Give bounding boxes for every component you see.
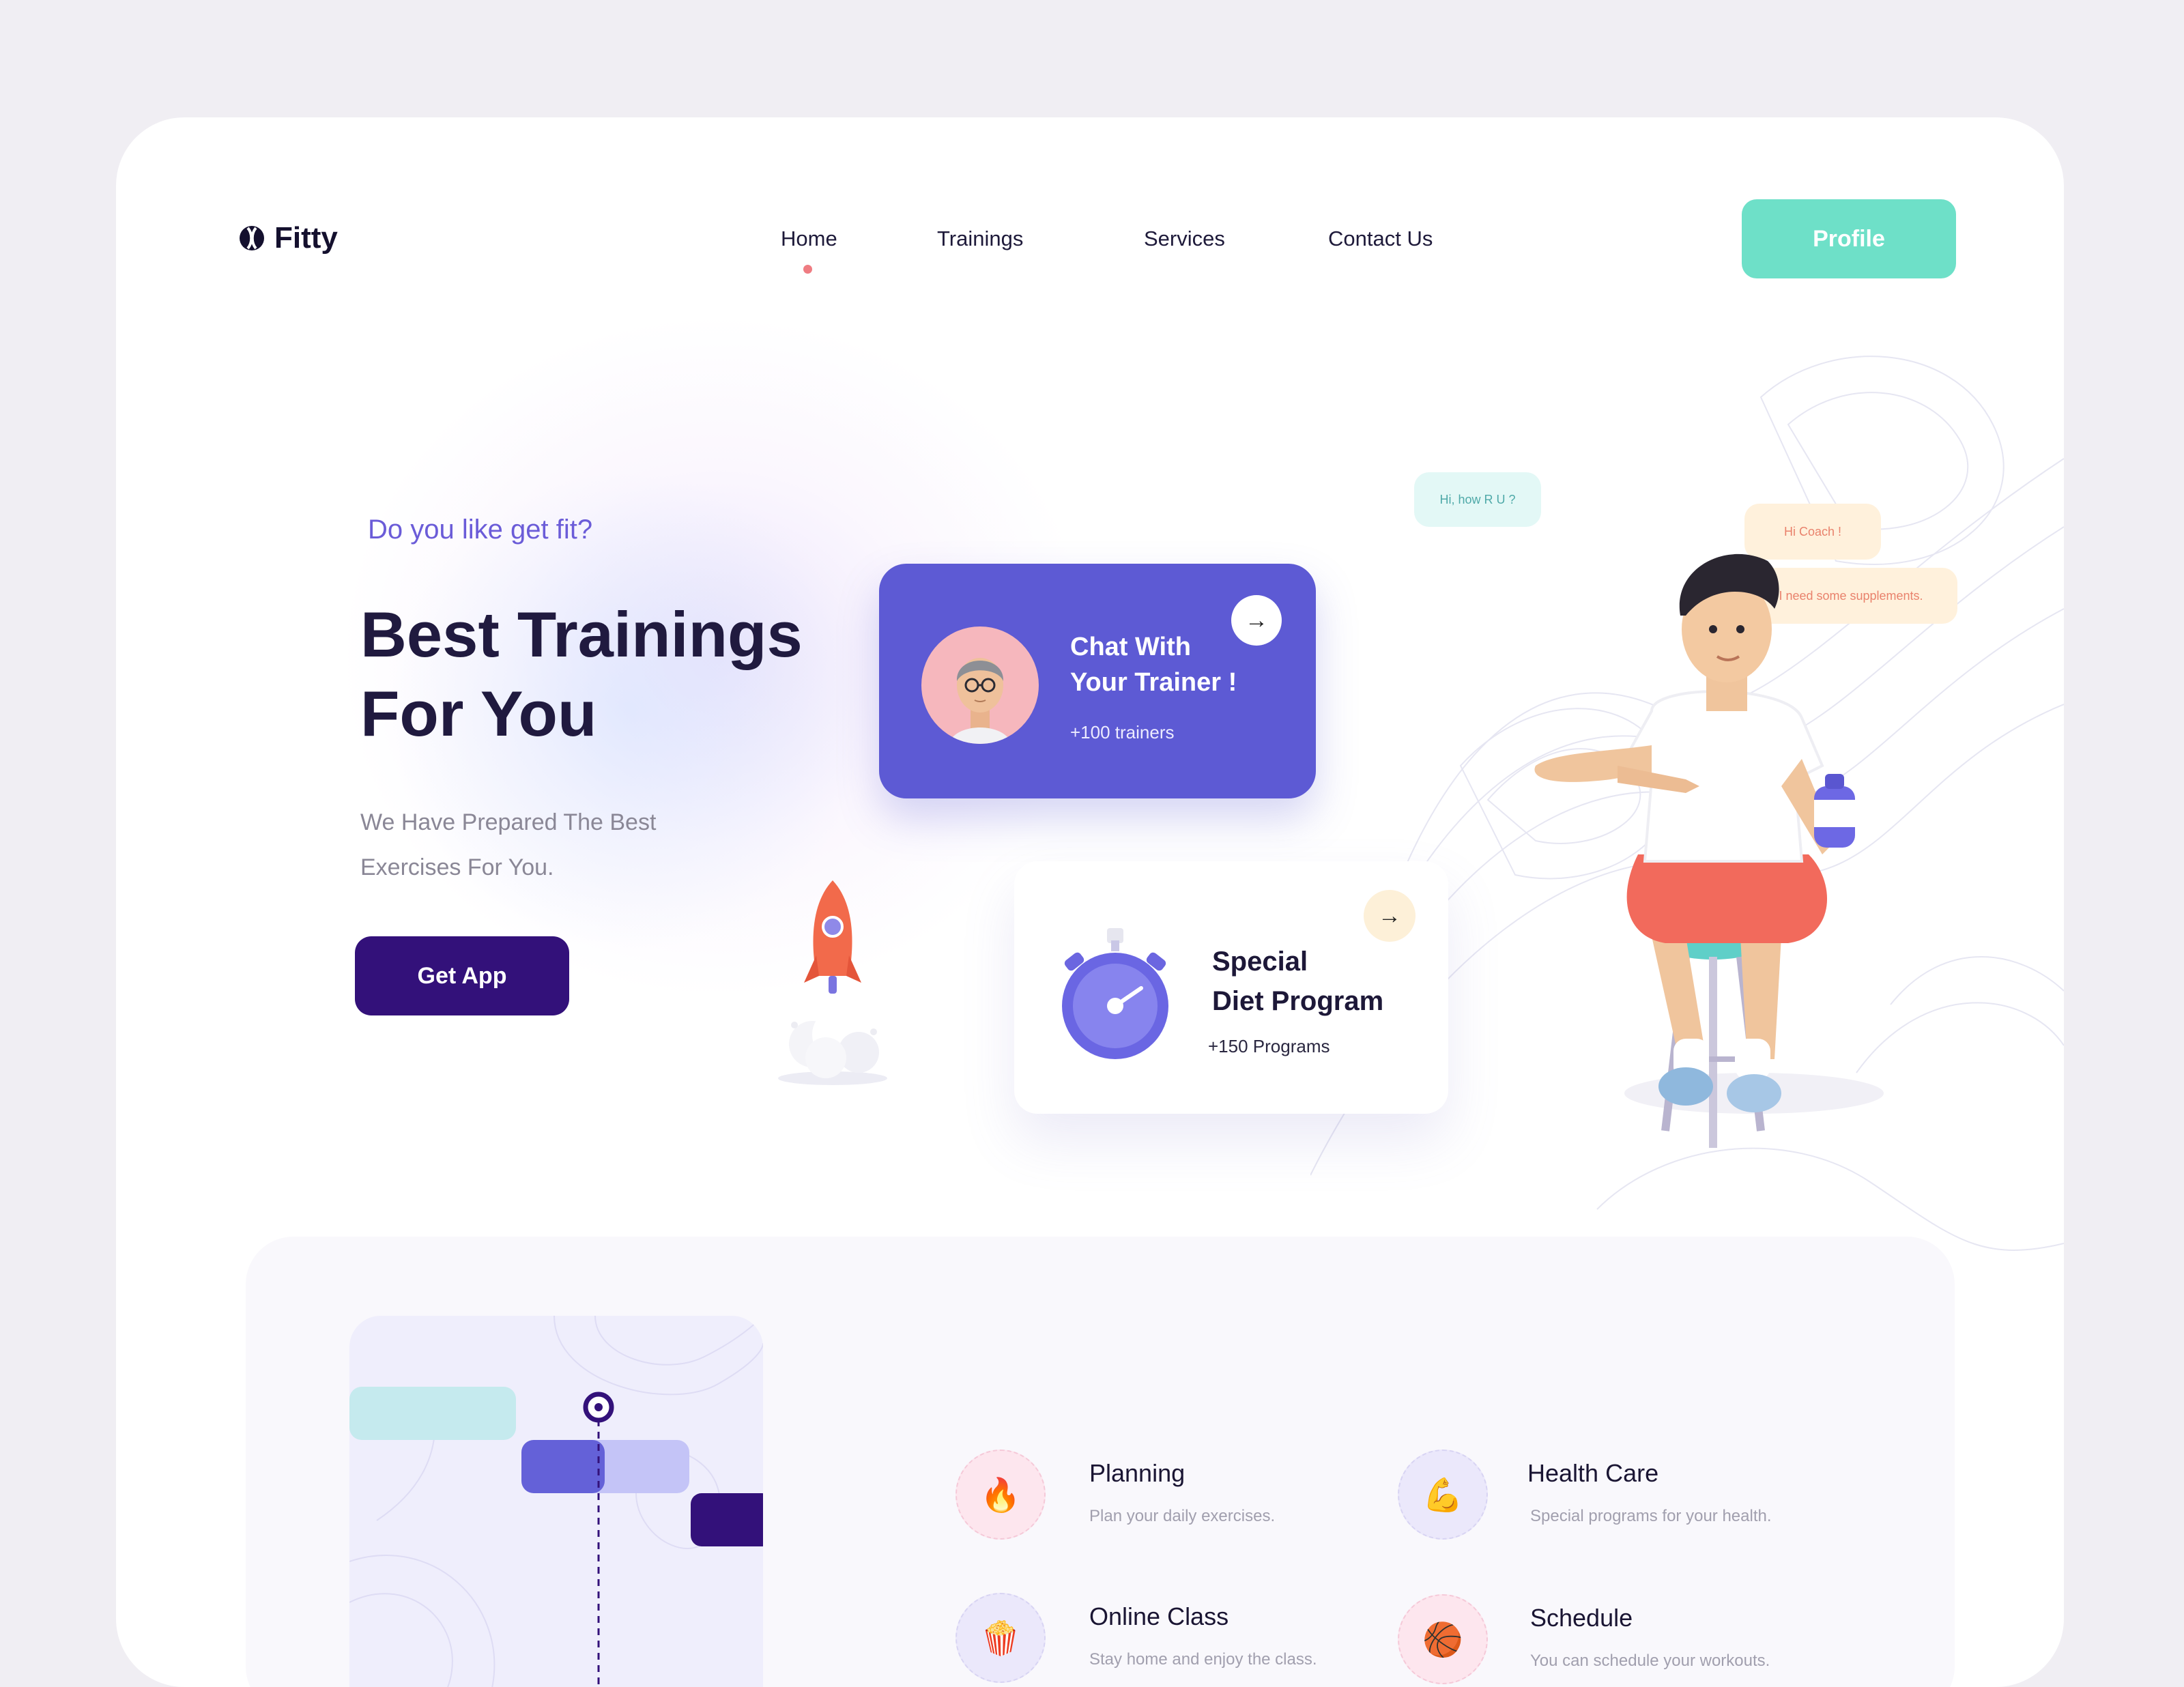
trainer-face-icon bbox=[949, 658, 1011, 744]
arrow-right-icon[interactable]: → bbox=[1231, 595, 1282, 646]
active-nav-indicator bbox=[803, 265, 812, 274]
nav-item-contact-us[interactable]: Contact Us bbox=[1328, 227, 1433, 251]
nav-item-trainings[interactable]: Trainings bbox=[937, 227, 1023, 251]
feature-title: Health Care bbox=[1527, 1459, 1659, 1487]
arrow-right-icon[interactable]: → bbox=[1364, 890, 1416, 942]
fitty-logo-icon bbox=[240, 226, 264, 250]
hero-headline: Best Trainings For You bbox=[360, 595, 803, 753]
feature-health-care[interactable]: 💪 Health Care Special programs for your … bbox=[1398, 1450, 1835, 1545]
feature-title: Planning bbox=[1089, 1459, 1186, 1487]
hero-headline-line1: Best Trainings bbox=[360, 599, 803, 670]
basketball-icon: 🏀 bbox=[1398, 1594, 1488, 1684]
fire-icon: 🔥 bbox=[956, 1450, 1046, 1540]
nav-item-services[interactable]: Services bbox=[1144, 227, 1225, 251]
stopwatch-icon bbox=[1062, 928, 1168, 1059]
diet-program-card[interactable]: Special Diet Program +150 Programs → bbox=[1014, 861, 1448, 1114]
profile-button[interactable]: Profile bbox=[1742, 199, 1956, 278]
feature-planning[interactable]: 🔥 Planning Plan your daily exercises. bbox=[956, 1450, 1392, 1545]
hero-subtext: We Have Prepared The Best Exercises For … bbox=[360, 800, 743, 890]
diet-program-count: +150 Programs bbox=[1208, 1036, 1330, 1056]
feature-description: You can schedule your workouts. bbox=[1530, 1652, 1770, 1670]
nav-item-home[interactable]: Home bbox=[781, 227, 837, 251]
feature-description: Special programs for your health. bbox=[1530, 1507, 1772, 1525]
hero-eyebrow: Do you like get fit? bbox=[368, 515, 593, 545]
rocket-icon bbox=[778, 880, 887, 1085]
flexed-bicep-icon: 💪 bbox=[1398, 1450, 1488, 1540]
features-panel: 🔥 Planning Plan your daily exercises. 💪 … bbox=[246, 1237, 1955, 1687]
schedule-preview bbox=[349, 1316, 763, 1687]
feature-title: Schedule bbox=[1530, 1604, 1633, 1632]
hero-headline-line2: For You bbox=[360, 678, 597, 749]
trainee-character-illustration bbox=[1534, 553, 1884, 1148]
get-app-button[interactable]: Get App bbox=[355, 936, 569, 1015]
brand-name: Fitty bbox=[274, 221, 338, 255]
trainer-count: +100 trainers bbox=[1070, 722, 1175, 742]
trainer-avatar bbox=[921, 626, 1039, 744]
feature-online-class[interactable]: 🍿 Online Class Stay home and enjoy the c… bbox=[956, 1593, 1392, 1687]
popcorn-icon: 🍿 bbox=[956, 1593, 1046, 1683]
landing-page-card: Fitty Home Trainings Services Contact Us… bbox=[116, 117, 2064, 1687]
chat-trainer-card[interactable]: Chat With Your Trainer ! +100 trainers → bbox=[879, 564, 1316, 798]
feature-schedule[interactable]: 🏀 Schedule You can schedule your workout… bbox=[1398, 1594, 1835, 1687]
hero-subtext-line2: Exercises For You. bbox=[360, 854, 554, 880]
diet-card-title: Special Diet Program bbox=[1212, 942, 1383, 1021]
trainer-card-title-line1: Chat With bbox=[1070, 633, 1191, 661]
brand-logo[interactable]: Fitty bbox=[239, 221, 338, 255]
hero-subtext-line1: We Have Prepared The Best bbox=[360, 809, 657, 835]
feature-description: Stay home and enjoy the class. bbox=[1089, 1650, 1317, 1669]
feature-title: Online Class bbox=[1089, 1602, 1229, 1630]
trainer-card-title-line2: Your Trainer ! bbox=[1070, 668, 1237, 697]
diet-card-title-line1: Special bbox=[1212, 947, 1308, 977]
schedule-timeline-graphic bbox=[349, 1316, 763, 1687]
diet-card-title-line2: Diet Program bbox=[1212, 986, 1384, 1016]
feature-description: Plan your daily exercises. bbox=[1089, 1507, 1276, 1525]
